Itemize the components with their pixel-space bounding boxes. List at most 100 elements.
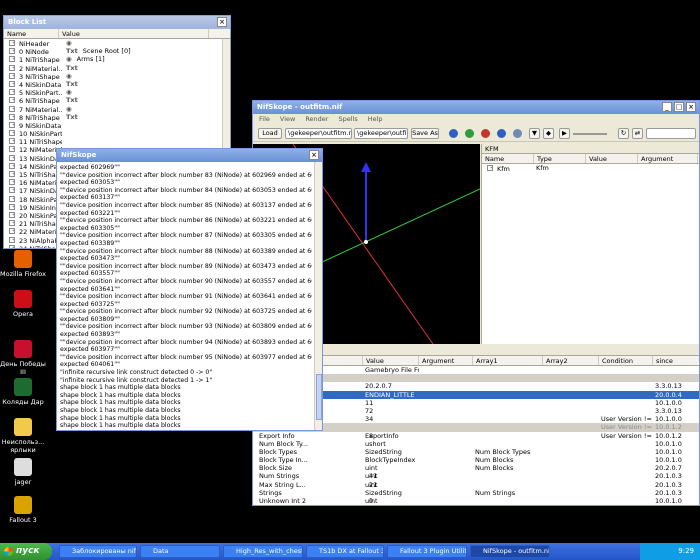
message-scroll-thumb[interactable] (316, 374, 322, 420)
details-row[interactable]: Max String L... uint 21 20.1.0.3 (253, 480, 699, 489)
details-row[interactable]: Num Strings uint 41 20.1.0.3 (253, 472, 699, 481)
column-header[interactable]: Value (59, 29, 209, 38)
column-header[interactable]: Value (363, 356, 419, 365)
expand-icon[interactable]: + (9, 130, 15, 137)
lighting-toggle-icon[interactable]: ◆ (543, 128, 554, 139)
expand-icon[interactable]: + (9, 203, 15, 210)
expand-icon[interactable]: + (9, 179, 15, 186)
expand-icon[interactable]: + (9, 56, 15, 63)
view-user-icon[interactable] (497, 129, 506, 138)
tree-row[interactable]: +7 NiMaterial... ◉ (4, 104, 230, 113)
details-row[interactable]: Block Type In... BlockTypeIndex Num Blocks… (253, 456, 699, 465)
load-button[interactable]: Load (258, 128, 282, 139)
expand-icon[interactable]: + (9, 244, 15, 248)
message-close-button[interactable]: × (309, 150, 319, 160)
desktop-icon[interactable]: jager (0, 458, 48, 486)
column-header[interactable]: Argument (638, 154, 698, 163)
expand-icon[interactable]: + (9, 105, 15, 112)
tree-row[interactable]: +4 NiSkinData Txt (4, 79, 230, 89)
tree-row[interactable]: +10 NiSkinPart... (4, 129, 230, 138)
tree-row[interactable]: + NiHeader ◉ (4, 39, 230, 48)
details-row[interactable]: Unknown Int 2 uint 0 10.0.1.0 (253, 497, 699, 505)
taskbar-button[interactable]: High_Res_with_chest... (223, 545, 303, 558)
taskbar-button[interactable]: TS1b DX at Fallout 3 ... (306, 545, 384, 558)
desktop-icon[interactable]: День Победы III (0, 340, 48, 376)
expand-icon[interactable]: + (9, 195, 15, 202)
column-header[interactable]: Value (586, 154, 638, 163)
desktop-icon[interactable]: Mozilla Firefox (0, 250, 48, 278)
expand-icon[interactable]: + (9, 97, 15, 104)
expand-icon[interactable]: + (9, 171, 15, 177)
details-row[interactable]: Block Size uint Num Blocks 20.2.0.7 (253, 464, 699, 473)
expand-icon[interactable]: + (9, 187, 15, 194)
menu-item[interactable]: File (259, 114, 270, 125)
desktop-icon[interactable]: Коляды Дар (0, 378, 48, 406)
flip-view-icon[interactable] (513, 129, 522, 138)
column-header[interactable]: Condition (599, 356, 653, 365)
switch-icon[interactable]: ⇄ (632, 128, 643, 139)
taskbar-button[interactable]: Data (140, 545, 220, 558)
details-row[interactable]: Num Block Ty... ushort 10.0.1.0 (253, 439, 699, 448)
save-as-button[interactable]: Save As (411, 128, 439, 139)
view-side-icon[interactable] (465, 129, 474, 138)
tree-row[interactable]: +5 NiSkinPart... ◉ (4, 88, 230, 97)
tree-row[interactable]: +2 NiMaterial... Txt (4, 63, 230, 72)
expand-icon[interactable]: + (9, 138, 15, 145)
menu-item[interactable]: Spells (338, 114, 357, 125)
column-header[interactable]: Array2 (543, 356, 599, 365)
taskbar-button[interactable]: Заблокированы nif ... (59, 545, 137, 558)
expand-icon[interactable]: + (9, 228, 15, 235)
desktop-icon[interactable]: Opera (0, 290, 48, 318)
desktop-icon[interactable]: Fallout 3 (0, 496, 48, 524)
column-header[interactable]: Argument (419, 356, 473, 365)
message-title-bar[interactable]: NifSkope × (57, 149, 322, 162)
menu-item[interactable]: Help (368, 114, 383, 125)
expand-icon[interactable]: + (9, 64, 15, 71)
details-row[interactable]: Export Info ExportInfo 8 User Version != 01… (253, 431, 699, 440)
save-path-field[interactable]: \gekeeper\outfitm.nif (354, 128, 408, 139)
details-row[interactable]: Block Types SizedString Num Block Types 10.… (253, 447, 699, 457)
menu-item[interactable]: View (280, 114, 295, 125)
expand-icon[interactable]: + (9, 40, 15, 46)
expand-icon[interactable]: + (9, 220, 15, 227)
tree-row[interactable]: +8 NiTriShape Txt (4, 112, 230, 121)
expand-icon[interactable]: + (9, 146, 15, 153)
column-header[interactable]: Name (482, 154, 534, 163)
expand-icon[interactable]: + (9, 121, 15, 128)
expand-icon[interactable]: + (9, 113, 15, 120)
minimize-button[interactable]: _ (662, 102, 672, 112)
tree-row[interactable]: +6 NiTriShape Txt (4, 96, 230, 105)
kfm-row[interactable]: + Kfm Kfm (482, 164, 699, 173)
tree-row[interactable]: +1 NiTriShape ◉ Arms [1] (4, 55, 230, 64)
tree-row[interactable]: +3 NiTriShape ◉ (4, 71, 230, 80)
expand-icon[interactable]: + (9, 48, 15, 55)
nifskope-title-bar[interactable]: NifSkope - outfitm.nif _ □ × (253, 101, 699, 114)
taskbar-button[interactable]: Fallout 3 Plugin Utility... (387, 545, 467, 558)
tree-row[interactable]: +0 NiNode Txt Scene Root [0] (4, 47, 230, 56)
expand-icon[interactable]: + (9, 72, 15, 79)
expand-icon[interactable]: + (9, 211, 15, 218)
column-header[interactable]: since (653, 356, 699, 365)
view-front-icon[interactable] (449, 129, 458, 138)
block-list-title-bar[interactable]: Block List × (4, 16, 230, 29)
taskbar-button[interactable]: NifSkope - outfitm.nif (470, 545, 550, 558)
view-top-icon[interactable] (481, 129, 490, 138)
expand-icon[interactable]: + (9, 154, 15, 161)
desktop-icon[interactable]: Неиспольз... ярлыки (0, 418, 48, 454)
column-header[interactable]: Name (4, 29, 59, 38)
load-path-field[interactable]: \gekeeper\outfitm.nif (285, 128, 352, 139)
time-slider[interactable] (573, 133, 607, 135)
expand-icon[interactable]: + (9, 89, 15, 96)
maximize-button[interactable]: □ (674, 102, 684, 112)
play-button[interactable]: ▶ (559, 128, 570, 139)
expand-icon[interactable]: + (9, 236, 15, 243)
loop-icon[interactable]: ↻ (618, 128, 629, 139)
message-scrollbar[interactable] (314, 162, 322, 430)
column-header[interactable]: Array1 (473, 356, 543, 365)
expand-icon[interactable]: + (9, 80, 15, 87)
column-header[interactable]: Type (534, 154, 586, 163)
animation-select[interactable] (646, 128, 696, 139)
tree-row[interactable]: +9 NiSkinData (4, 120, 230, 130)
menu-item[interactable]: Render (305, 114, 328, 125)
start-button[interactable]: пуск (0, 543, 52, 560)
